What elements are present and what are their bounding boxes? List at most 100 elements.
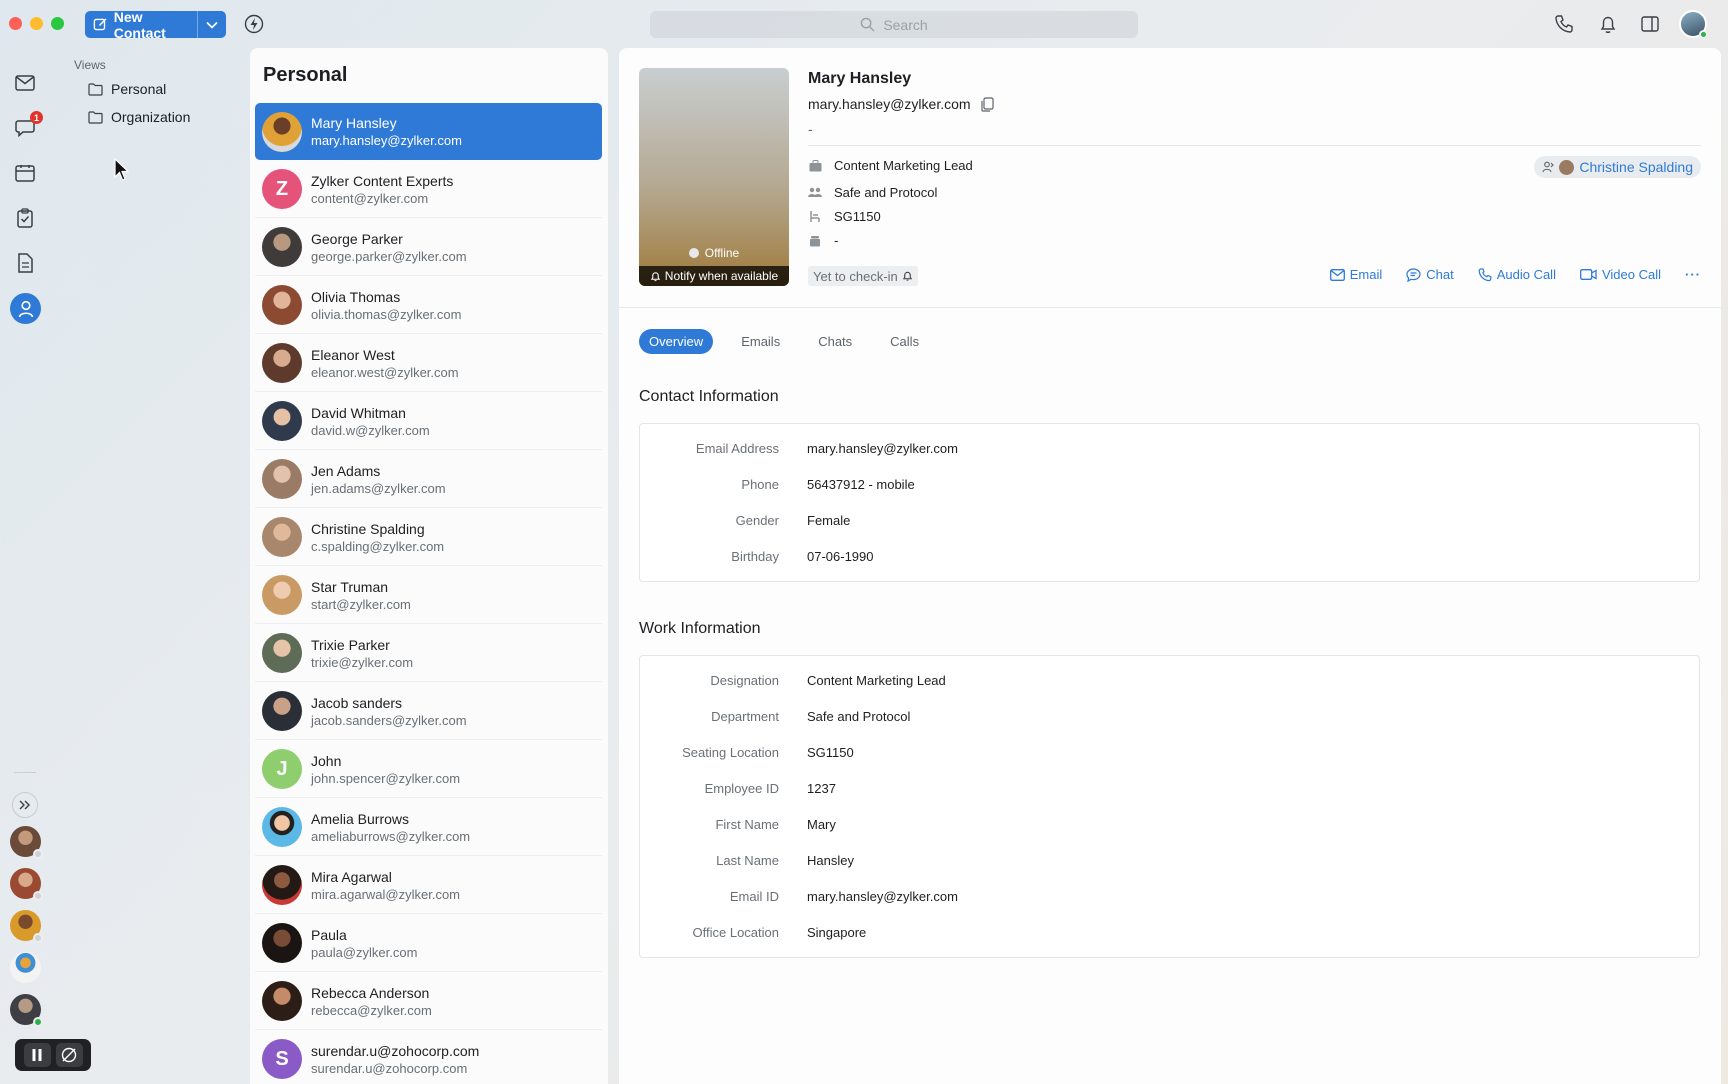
field-label: Email Address: [695, 441, 779, 456]
contact-row[interactable]: Christine Spalding c.spalding@zylker.com: [255, 509, 602, 566]
view-item-organization[interactable]: Organization: [88, 109, 190, 125]
info-row-birthday: Birthday 07-06-1990: [640, 549, 1699, 569]
zoom-window-button[interactable]: [51, 17, 64, 30]
calendar-icon[interactable]: [13, 161, 37, 185]
phone-icon[interactable]: [1553, 13, 1575, 35]
contact-name: surendar.u@zohocorp.com: [311, 1042, 480, 1059]
contact-row-selected[interactable]: Mary Hansley mary.hansley@zylker.com: [255, 103, 602, 160]
contact-row[interactable]: David Whitman david.w@zylker.com: [255, 393, 602, 450]
reports-to-chip[interactable]: Christine Spalding: [1534, 156, 1701, 178]
contact-row[interactable]: Star Truman start@zylker.com: [255, 567, 602, 624]
contact-row[interactable]: Rebecca Anderson rebecca@zylker.com: [255, 973, 602, 1030]
reports-to-avatar: [1559, 159, 1575, 175]
field-value: 07-06-1990: [807, 549, 874, 564]
contact-email: david.w@zylker.com: [311, 422, 430, 438]
contact-row[interactable]: Jen Adams jen.adams@zylker.com: [255, 451, 602, 508]
double-chevron-right-icon: [19, 800, 30, 810]
new-contact-button-group: New Contact: [85, 9, 226, 41]
contact-row[interactable]: Z Zylker Content Experts content@zylker.c…: [255, 161, 602, 218]
search-icon: [861, 17, 875, 32]
tab-calls[interactable]: Calls: [880, 329, 929, 354]
view-item-personal[interactable]: Personal: [88, 81, 166, 97]
contact-row[interactable]: Eleanor West eleanor.west@zylker.com: [255, 335, 602, 392]
tab-emails[interactable]: Emails: [731, 329, 790, 354]
contact-row[interactable]: J John john.spencer@zylker.com: [255, 741, 602, 798]
info-row: Seating Location SG1150: [640, 745, 1699, 765]
new-contact-button[interactable]: New Contact: [85, 9, 197, 41]
bell-icon: [650, 271, 660, 281]
contact-row[interactable]: George Parker george.parker@zylker.com: [255, 219, 602, 276]
audio-call-action-button[interactable]: Audio Call: [1478, 267, 1556, 282]
chat-icon: [1406, 267, 1421, 282]
recent-contact-avatar[interactable]: [10, 826, 43, 859]
recent-contact-avatar[interactable]: [10, 994, 43, 1027]
email-action-button[interactable]: Email: [1329, 267, 1382, 282]
new-contact-dropdown[interactable]: [197, 11, 226, 38]
contact-name: John: [311, 752, 342, 769]
info-row: Department Safe and Protocol: [640, 709, 1699, 729]
info-row: Designation Content Marketing Lead: [640, 673, 1699, 693]
info-row: First Name Mary: [640, 817, 1699, 837]
desk-phone-icon: [808, 234, 822, 248]
rail-divider: [14, 772, 36, 773]
field-label: Designation: [710, 673, 779, 688]
contact-name: Trixie Parker: [311, 636, 390, 653]
group-icon: [808, 186, 822, 200]
contact-name: Star Truman: [311, 578, 389, 595]
contact-subtitle: -: [808, 121, 813, 137]
contact-row[interactable]: Olivia Thomas olivia.thomas@zylker.com: [255, 277, 602, 334]
recent-contact-avatar[interactable]: [10, 910, 43, 943]
copy-icon[interactable]: [980, 96, 994, 112]
quick-actions-icon[interactable]: [244, 14, 264, 34]
contact-avatar: [262, 865, 302, 905]
video-call-action-button[interactable]: Video Call: [1580, 267, 1661, 282]
notify-when-available-button[interactable]: Notify when available: [639, 266, 789, 286]
close-window-button[interactable]: [9, 17, 22, 30]
view-item-label: Personal: [111, 81, 167, 97]
audio-call-action-label: Audio Call: [1496, 267, 1556, 282]
contact-name: Rebecca Anderson: [311, 984, 430, 1001]
field-label: Employee ID: [704, 781, 779, 796]
info-row-email: Email Address mary.hansley@zylker.com: [640, 441, 1699, 461]
contact-row[interactable]: Mira Agarwal mira.agarwal@zylker.com: [255, 857, 602, 914]
pause-button[interactable]: [23, 1043, 51, 1067]
sidebar-toggle-icon[interactable]: [1639, 13, 1661, 35]
extension-value: -: [834, 233, 839, 248]
contact-avatar: [262, 401, 302, 441]
tab-chats[interactable]: Chats: [808, 329, 862, 354]
chat-action-button[interactable]: Chat: [1406, 267, 1454, 282]
stop-sharing-button[interactable]: [55, 1043, 83, 1067]
contact-name: Mira Agarwal: [311, 868, 392, 885]
notes-icon[interactable]: [13, 251, 37, 275]
folder-icon: [88, 110, 103, 124]
contact-actions: Email Chat Audio Call Video Call ···: [1329, 267, 1701, 282]
mail-icon[interactable]: [13, 71, 37, 95]
search-input[interactable]: Search: [650, 11, 1138, 38]
chair-icon: [808, 210, 822, 224]
status-dot: [33, 891, 43, 901]
contact-row[interactable]: Trixie Parker trixie@zylker.com: [255, 625, 602, 682]
field-label: Department: [711, 709, 779, 724]
title-bar: New Contact Search: [0, 0, 1728, 48]
notify-label: Notify when available: [664, 269, 779, 283]
contacts-icon[interactable]: [10, 293, 41, 324]
contact-email: c.spalding@zylker.com: [311, 538, 445, 554]
contact-row[interactable]: Paula paula@zylker.com: [255, 915, 602, 972]
tab-overview[interactable]: Overview: [639, 329, 714, 354]
user-avatar[interactable]: [1679, 10, 1708, 39]
tasks-icon[interactable]: [13, 206, 37, 230]
recent-group-avatar[interactable]: [10, 952, 41, 983]
contact-row[interactable]: Amelia Burrows ameliaburrows@zylker.com: [255, 799, 602, 856]
contact-row[interactable]: Jacob sanders jacob.sanders@zylker.com: [255, 683, 602, 740]
field-value: Mary: [807, 817, 836, 832]
expand-rail-button[interactable]: [12, 792, 38, 818]
minimize-window-button[interactable]: [30, 17, 43, 30]
bell-icon[interactable]: [1597, 13, 1619, 35]
bell-icon[interactable]: [902, 270, 913, 282]
info-row-phone: Phone 56437912 - mobile: [640, 477, 1699, 497]
info-row: Last Name Hansley: [640, 853, 1699, 873]
contact-row[interactable]: S surendar.u@zohocorp.com surendar.u@zoho…: [255, 1031, 602, 1084]
more-options-button[interactable]: ···: [1685, 267, 1701, 282]
recent-contact-avatar[interactable]: [10, 868, 43, 901]
list-title: Personal: [263, 64, 348, 86]
